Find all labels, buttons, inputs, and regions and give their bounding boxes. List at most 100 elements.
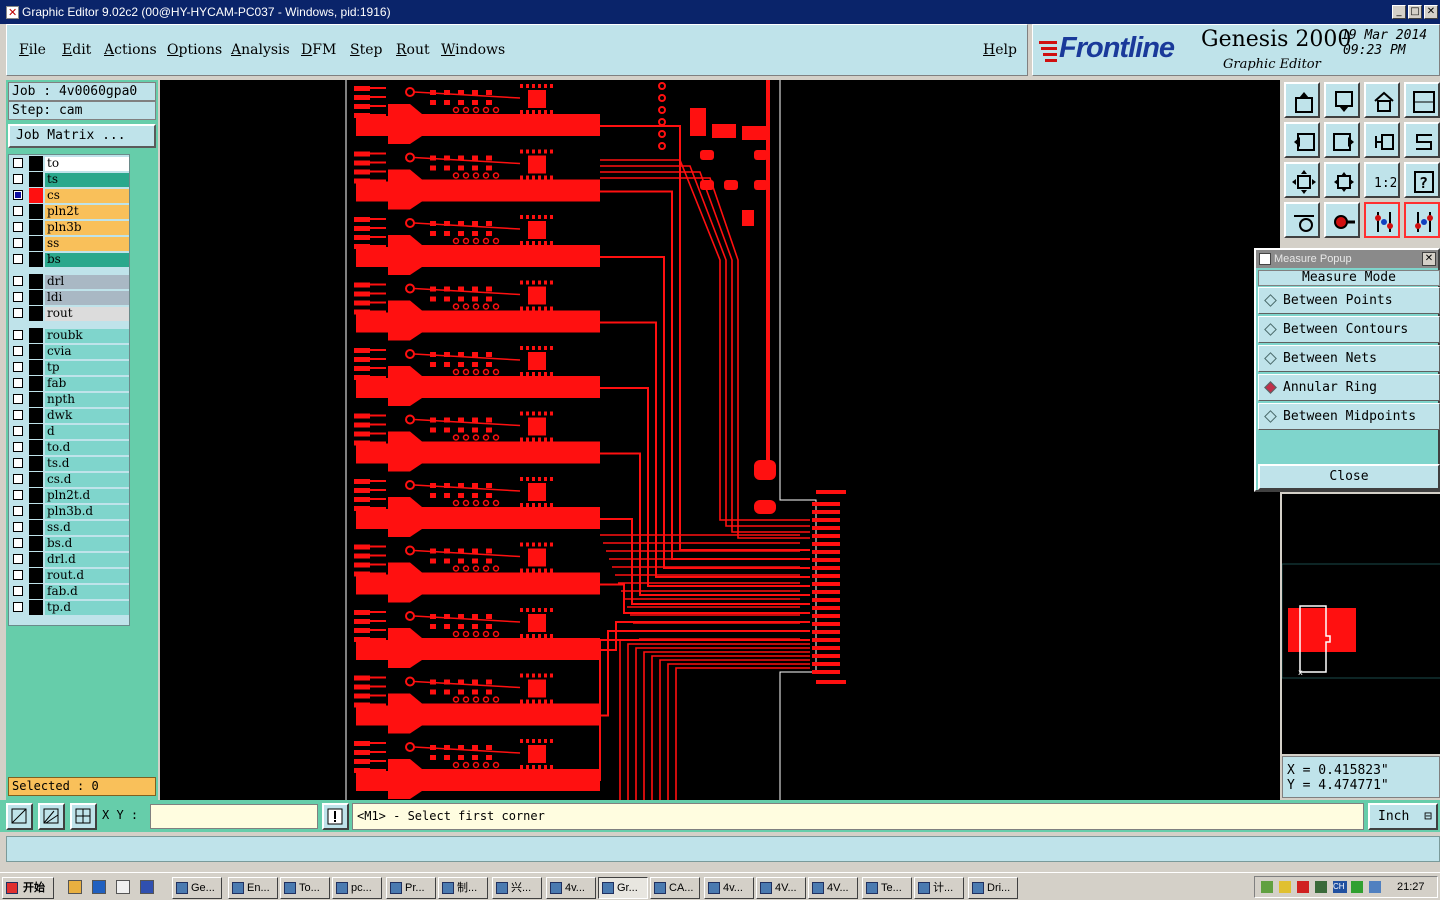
layer-color-swatch[interactable] — [29, 328, 43, 343]
clock[interactable]: 21:27 — [1397, 881, 1425, 893]
overview-window[interactable]: x — [1281, 494, 1440, 754]
layer-checkbox[interactable] — [13, 602, 23, 612]
layer-row-dwk[interactable]: dwk — [9, 408, 129, 423]
taskbar-item[interactable]: Ge... — [172, 877, 222, 899]
layer-row-fab[interactable]: fab — [9, 376, 129, 391]
layer-row-pln2t-d[interactable]: pln2t.d — [9, 488, 129, 503]
tray-shield-icon[interactable] — [1315, 881, 1327, 893]
layer-color-swatch[interactable] — [29, 156, 43, 171]
layer-color-swatch[interactable] — [29, 600, 43, 615]
layer-name[interactable]: pln3b.d — [45, 505, 129, 519]
layer-checkbox[interactable] — [13, 308, 23, 318]
layer-name[interactable]: cs — [45, 189, 129, 203]
help-button[interactable]: ? — [1404, 162, 1440, 198]
taskbar-item[interactable]: Gr... — [598, 877, 648, 899]
menu-dfm[interactable]: DFM — [301, 42, 336, 58]
close-window-button[interactable]: ✕ — [1424, 5, 1438, 19]
layer-name[interactable]: cs.d — [45, 473, 129, 487]
layer-row-ss[interactable]: ss — [9, 236, 129, 251]
layer-row-cvia[interactable]: cvia — [9, 344, 129, 359]
maximize-button[interactable]: □ — [1408, 5, 1422, 19]
taskbar-item[interactable]: En... — [228, 877, 278, 899]
start-button[interactable]: 开始 — [2, 877, 54, 899]
layer-row-fab-d[interactable]: fab.d — [9, 584, 129, 599]
tray-s-icon[interactable] — [1351, 881, 1363, 893]
layer-color-swatch[interactable] — [29, 188, 43, 203]
layer-checkbox[interactable] — [13, 174, 23, 184]
layer-row-cs-d[interactable]: cs.d — [9, 472, 129, 487]
layer-checkbox[interactable] — [13, 474, 23, 484]
mode-between-nets[interactable]: Between Nets — [1258, 345, 1440, 372]
layer-color-swatch[interactable] — [29, 552, 43, 567]
layer-checkbox[interactable] — [13, 292, 23, 302]
taskbar-item[interactable]: 兴... — [492, 877, 542, 899]
layer-color-swatch[interactable] — [29, 344, 43, 359]
ratio-button[interactable]: 1:2 — [1364, 162, 1400, 198]
copy-up-button[interactable] — [1284, 82, 1320, 118]
layer-color-swatch[interactable] — [29, 376, 43, 391]
layer-color-swatch[interactable] — [29, 504, 43, 519]
menu-options[interactable]: Options — [167, 42, 222, 58]
layer-name[interactable]: ts.d — [45, 457, 129, 471]
layer-checkbox[interactable] — [13, 506, 23, 516]
layer-checkbox[interactable] — [13, 276, 23, 286]
layer-row-pln3b[interactable]: pln3b — [9, 220, 129, 235]
taskbar-item[interactable]: Pr... — [386, 877, 436, 899]
layer-checkbox[interactable] — [13, 378, 23, 388]
tray-x-icon[interactable] — [1297, 881, 1309, 893]
prev-button[interactable] — [1284, 122, 1320, 158]
layer-color-swatch[interactable] — [29, 424, 43, 439]
layer-color-swatch[interactable] — [29, 568, 43, 583]
mode-between-midpoints[interactable]: Between Midpoints — [1258, 403, 1440, 430]
layer-name[interactable]: bs.d — [45, 537, 129, 551]
menu-analysis[interactable]: Analysis — [231, 42, 290, 58]
tray-volume-icon[interactable] — [1369, 881, 1381, 893]
layer-row-tp[interactable]: tp — [9, 360, 129, 375]
layer-color-swatch[interactable] — [29, 408, 43, 423]
taskbar-item[interactable]: Te... — [862, 877, 912, 899]
mode-between-contours[interactable]: Between Contours — [1258, 316, 1440, 343]
layer-row-tp-d[interactable]: tp.d — [9, 600, 129, 615]
layer-checkbox[interactable] — [13, 490, 23, 500]
layer-name[interactable]: drl.d — [45, 553, 129, 567]
layer-checkbox[interactable] — [13, 442, 23, 452]
probe-button[interactable] — [1324, 202, 1360, 238]
snap-icon[interactable] — [6, 803, 33, 830]
tray-pen-icon[interactable] — [1279, 881, 1291, 893]
layer-name[interactable]: ldi — [45, 291, 129, 305]
menu-step[interactable]: Step — [350, 42, 382, 58]
layer-color-swatch[interactable] — [29, 520, 43, 535]
layer-name[interactable]: fab — [45, 377, 129, 391]
menu-rout[interactable]: Rout — [396, 42, 430, 58]
next-button[interactable] — [1324, 122, 1360, 158]
layer-color-swatch[interactable] — [29, 204, 43, 219]
layer-row-ts[interactable]: ts — [9, 172, 129, 187]
layer-checkbox[interactable] — [13, 330, 23, 340]
layer-name[interactable]: pln2t — [45, 205, 129, 219]
tools-button[interactable] — [1284, 202, 1320, 238]
layer-row-d[interactable]: d — [9, 424, 129, 439]
quicklaunch-ie-icon[interactable] — [92, 880, 106, 894]
step-button[interactable] — [1404, 122, 1440, 158]
taskbar-item[interactable]: CA... — [650, 877, 700, 899]
quicklaunch-save-icon[interactable] — [140, 880, 154, 894]
layer-color-swatch[interactable] — [29, 360, 43, 375]
panel-button[interactable] — [1404, 82, 1440, 118]
layer-name[interactable]: d — [45, 425, 129, 439]
layer-color-swatch[interactable] — [29, 306, 43, 321]
undo-button[interactable] — [1364, 122, 1400, 158]
layer-color-swatch[interactable] — [29, 440, 43, 455]
layer-checkbox[interactable] — [13, 554, 23, 564]
layer-name[interactable]: npth — [45, 393, 129, 407]
layer-row-ts-d[interactable]: ts.d — [9, 456, 129, 471]
layer-color-swatch[interactable] — [29, 536, 43, 551]
layer-color-swatch[interactable] — [29, 472, 43, 487]
layer-name[interactable]: cvia — [45, 345, 129, 359]
layer-name[interactable]: to — [45, 157, 129, 171]
layer-checkbox[interactable] — [13, 222, 23, 232]
window-title-bar[interactable]: Graphic Editor 9.02c2 (00@HY-HYCAM-PC037… — [0, 0, 1440, 25]
taskbar-item[interactable]: pc... — [332, 877, 382, 899]
layer-color-swatch[interactable] — [29, 290, 43, 305]
layer-checkbox[interactable] — [13, 458, 23, 468]
taskbar-item[interactable]: To... — [280, 877, 330, 899]
